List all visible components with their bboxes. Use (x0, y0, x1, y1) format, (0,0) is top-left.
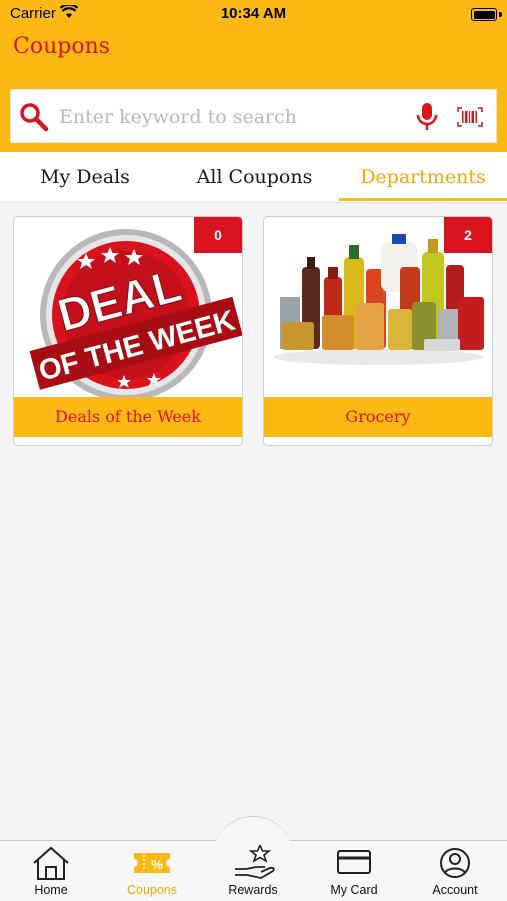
app-header: Carrier 10:34 AM Coupons (0, 0, 507, 152)
status-time: 10:34 AM (220, 5, 287, 22)
tabbar-item-account[interactable]: Account (405, 845, 505, 900)
card-icon (337, 850, 371, 874)
tabbar-label-home: Home (34, 883, 68, 897)
status-bar: Carrier 10:34 AM (0, 0, 507, 28)
tabbar-item-my-card[interactable]: My Card (304, 845, 404, 900)
tabbar-label-coupons: Coupons (126, 883, 178, 897)
department-name: Grocery (264, 397, 492, 437)
tab-departments[interactable]: Departments (339, 152, 507, 202)
department-card-deals-of-the-week[interactable]: DEAL OF THE WEEK 0 Deals of the Week (13, 216, 243, 446)
account-icon (440, 848, 470, 878)
coupon-count-badge: 0 (194, 217, 242, 253)
tab-all-coupons[interactable]: All Coupons (170, 152, 339, 202)
active-tab-indicator (339, 198, 507, 201)
microphone-icon[interactable] (415, 102, 439, 132)
rewards-icon (235, 845, 275, 879)
tabbar-item-rewards[interactable]: Rewards (203, 845, 303, 900)
department-name: Deals of the Week (14, 397, 242, 437)
tabbar-item-home[interactable]: Home (1, 845, 101, 900)
tabbar-item-coupons[interactable]: % Coupons (102, 845, 202, 900)
tabbar-label-my-card: My Card (330, 883, 378, 897)
segment-tabs: My Deals All Coupons Departments (0, 152, 507, 203)
home-icon (33, 846, 69, 880)
battery-tip (499, 12, 502, 17)
battery-icon (471, 8, 497, 21)
barcode-scanner-icon[interactable] (457, 107, 483, 127)
search-icon[interactable] (19, 102, 49, 132)
search-bar[interactable] (10, 89, 497, 143)
tabbar-label-account: Account (432, 883, 478, 897)
svg-text:%: % (151, 857, 163, 872)
page-title: Coupons (13, 34, 111, 59)
search-input[interactable] (57, 100, 401, 134)
tabbar-label-rewards: Rewards (228, 883, 278, 897)
coupons-icon: % (134, 853, 170, 873)
department-card-grocery[interactable]: 2 Grocery (263, 216, 493, 446)
tab-my-deals[interactable]: My Deals (0, 152, 170, 202)
coupon-count-badge: 2 (444, 217, 492, 253)
